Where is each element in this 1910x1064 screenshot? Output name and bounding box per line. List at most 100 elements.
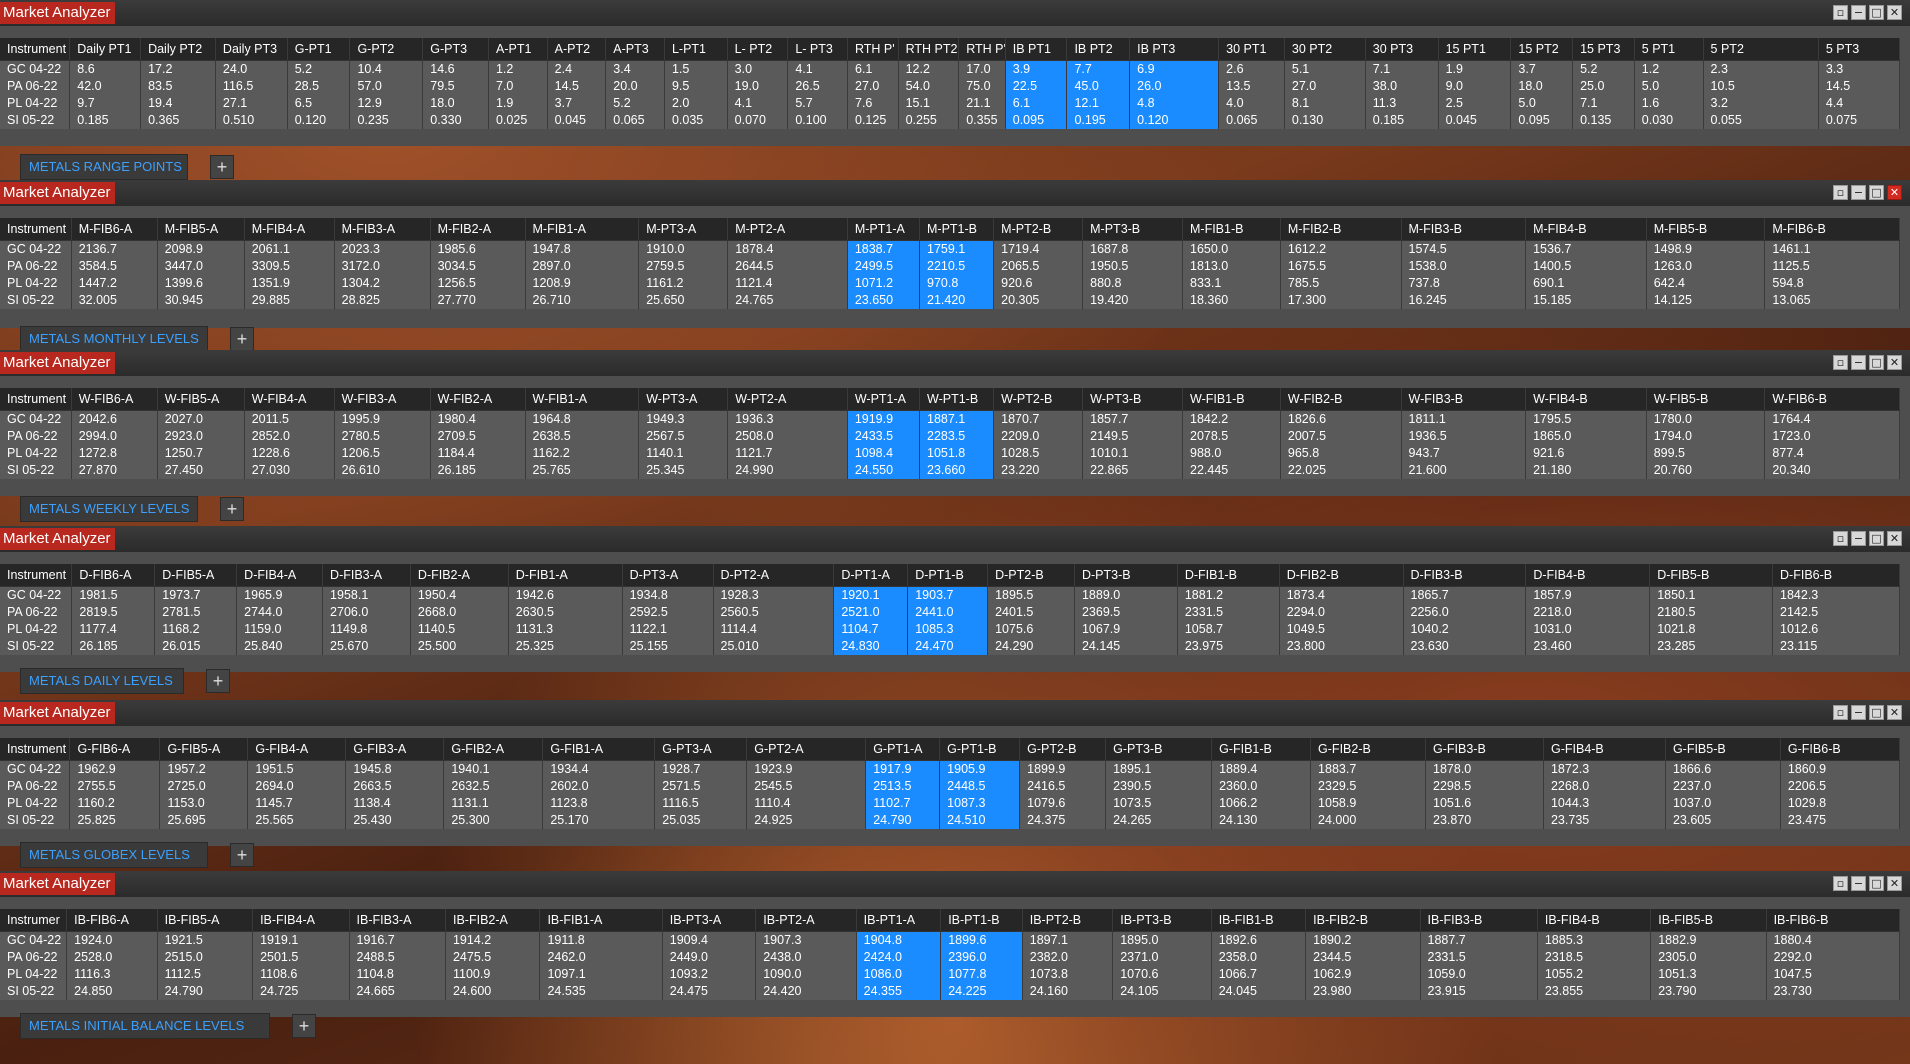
column-header[interactable]: G-PT2-B (1019, 738, 1107, 761)
column-header[interactable]: 30 PT1 (1218, 38, 1285, 61)
column-header[interactable]: IB-FIB4-A (252, 909, 350, 932)
column-header[interactable]: M-PT3-A (638, 218, 729, 241)
instrument-row[interactable]: PA 06-22 2994.0 2923.0 2852.0 2780.5 2709.5 26… (0, 428, 1900, 445)
column-header[interactable]: G-PT2 (349, 38, 424, 61)
add-tab-icon[interactable]: + (206, 669, 230, 693)
column-header[interactable]: M-FIB6-B (1764, 218, 1900, 241)
add-tab-icon[interactable]: + (230, 843, 254, 867)
window-titlebar[interactable]: Market Analyzer ▫ − □ ✕ (0, 526, 1910, 552)
add-tab-icon[interactable]: + (210, 155, 234, 179)
tab-instrument-list[interactable]: METALS DAILY LEVELS (20, 668, 184, 694)
restore-icon[interactable]: ▫ (1833, 876, 1848, 891)
maximize-icon[interactable]: □ (1869, 876, 1884, 891)
column-header[interactable]: W-FIB3-B (1401, 388, 1527, 411)
restore-icon[interactable]: ▫ (1833, 705, 1848, 720)
column-header[interactable]: M-PT1-A (847, 218, 921, 241)
instrument-row[interactable]: SI 05-22 27.870 27.450 27.030 26.610 26.185 25… (0, 462, 1900, 479)
column-header[interactable]: G-PT3-A (654, 738, 748, 761)
column-header[interactable]: G-FIB3-B (1425, 738, 1544, 761)
column-header[interactable]: D-FIB2-B (1279, 564, 1404, 587)
tab-instrument-list[interactable]: METALS INITIAL BALANCE LEVELS (20, 1013, 270, 1039)
column-header[interactable]: W-FIB4-B (1525, 388, 1647, 411)
column-header[interactable]: G-FIB4-B (1543, 738, 1666, 761)
minimize-icon[interactable]: − (1851, 531, 1866, 546)
column-header[interactable]: L- PT2 (727, 38, 789, 61)
column-header[interactable]: W-FIB2-A (430, 388, 526, 411)
tab-instrument-list[interactable]: METALS RANGE POINTS (20, 154, 188, 180)
column-header[interactable]: W-PT3-A (638, 388, 729, 411)
close-icon[interactable]: ✕ (1887, 705, 1902, 720)
column-header[interactable]: G-FIB1-B (1211, 738, 1312, 761)
column-header[interactable]: IB-PT1-B (940, 909, 1023, 932)
column-header[interactable]: IB-FIB1-A (539, 909, 663, 932)
column-header[interactable]: Daily PT1 (69, 38, 142, 61)
column-header[interactable]: G-FIB6-A (69, 738, 161, 761)
column-header[interactable]: D-FIB4-A (236, 564, 324, 587)
instrument-row[interactable]: SI 05-22 24.850 24.790 24.725 24.665 24.600 24… (0, 983, 1901, 1000)
minimize-icon[interactable]: − (1851, 876, 1866, 891)
maximize-icon[interactable]: □ (1869, 531, 1884, 546)
restore-icon[interactable]: ▫ (1833, 5, 1848, 20)
instrument-row[interactable]: PA 06-22 3584.5 3447.0 3309.5 3172.0 3034.5 28… (0, 258, 1900, 275)
column-header[interactable]: Daily PT2 (140, 38, 216, 61)
column-header[interactable]: IB-FIB5-B (1650, 909, 1767, 932)
column-header[interactable]: W-FIB1-B (1182, 388, 1281, 411)
column-header[interactable]: M-FIB4-A (244, 218, 335, 241)
column-header[interactable]: IB PT3 (1129, 38, 1220, 61)
column-header[interactable]: A-PT1 (488, 38, 548, 61)
column-header[interactable]: Instrument (0, 564, 73, 587)
instrument-row[interactable]: PL 04-22 1177.4 1168.2 1159.0 1149.8 1140.5 11… (0, 621, 1900, 638)
column-header[interactable]: D-FIB1-B (1177, 564, 1280, 587)
column-header[interactable]: M-FIB3-A (334, 218, 431, 241)
column-header[interactable]: 5 PT3 (1818, 38, 1901, 61)
column-header[interactable]: D-PT3-B (1074, 564, 1178, 587)
column-header[interactable]: 30 PT3 (1365, 38, 1439, 61)
add-tab-icon[interactable]: + (220, 497, 244, 521)
column-header[interactable]: G-PT3-B (1105, 738, 1213, 761)
column-header[interactable]: Daily PT3 (215, 38, 288, 61)
column-header[interactable]: IB PT1 (1005, 38, 1068, 61)
instrument-row[interactable]: GC 04-22 8.6 17.2 24.0 5.2 10.4 14.6 1.2 2.4 3.4 1… (0, 60, 1901, 78)
column-header[interactable]: A-PT2 (547, 38, 607, 61)
column-header[interactable]: W-FIB6-B (1764, 388, 1900, 411)
column-header[interactable]: M-PT2-A (727, 218, 848, 241)
column-header[interactable]: W-PT2-A (727, 388, 848, 411)
column-header[interactable]: IB-FIB6-A (66, 909, 158, 932)
column-header[interactable]: IB-PT3-A (662, 909, 757, 932)
column-header[interactable]: M-PT1-B (919, 218, 995, 241)
column-header[interactable]: D-FIB6-A (71, 564, 156, 587)
column-header[interactable]: IB-PT2-A (755, 909, 857, 932)
column-header[interactable]: Instrument (0, 388, 72, 411)
instrument-row[interactable]: PL 04-22 1272.8 1250.7 1228.6 1206.5 1184.4 11… (0, 445, 1900, 462)
column-header[interactable]: IB-FIB2-A (445, 909, 541, 932)
column-header[interactable]: M-FIB5-A (157, 218, 245, 241)
column-header[interactable]: M-FIB1-B (1182, 218, 1281, 241)
column-header[interactable]: W-FIB5-A (157, 388, 245, 411)
column-header[interactable]: IB-FIB3-B (1420, 909, 1538, 932)
minimize-icon[interactable]: − (1851, 705, 1866, 720)
column-header[interactable]: 15 PT1 (1438, 38, 1512, 61)
column-header[interactable]: 5 PT1 (1634, 38, 1704, 61)
column-header[interactable]: M-FIB6-A (71, 218, 158, 241)
column-header[interactable]: IB-FIB3-A (349, 909, 446, 932)
close-icon[interactable]: ✕ (1887, 876, 1902, 891)
maximize-icon[interactable]: □ (1869, 185, 1884, 200)
column-header[interactable]: IB-PT1-A (856, 909, 942, 932)
instrument-row[interactable]: SI 05-22 0.185 0.365 0.510 0.120 0.235 0.330 0.… (0, 112, 1901, 129)
column-header[interactable]: M-FIB5-B (1646, 218, 1766, 241)
column-header[interactable]: D-PT3-A (622, 564, 714, 587)
window-titlebar[interactable]: Market Analyzer ▫ − □ ✕ (0, 700, 1910, 726)
tab-instrument-list[interactable]: METALS WEEKLY LEVELS (20, 496, 198, 522)
column-header[interactable]: W-FIB1-A (525, 388, 640, 411)
column-header[interactable]: G-FIB2-A (443, 738, 544, 761)
instrument-row[interactable]: PA 06-22 2528.0 2515.0 2501.5 2488.5 2475.5 24… (0, 949, 1901, 966)
column-header[interactable]: L-PT1 (664, 38, 728, 61)
column-header[interactable]: D-FIB3-A (322, 564, 411, 587)
instrument-row[interactable]: PA 06-22 2755.5 2725.0 2694.0 2663.5 2632.5 26… (0, 778, 1901, 795)
column-header[interactable]: Instrument (0, 38, 71, 61)
column-header[interactable]: IB-PT3-B (1112, 909, 1212, 932)
column-header[interactable]: D-FIB6-B (1772, 564, 1900, 587)
minimize-icon[interactable]: − (1851, 185, 1866, 200)
column-header[interactable]: 15 PT3 (1572, 38, 1635, 61)
column-header[interactable]: 15 PT2 (1510, 38, 1574, 61)
